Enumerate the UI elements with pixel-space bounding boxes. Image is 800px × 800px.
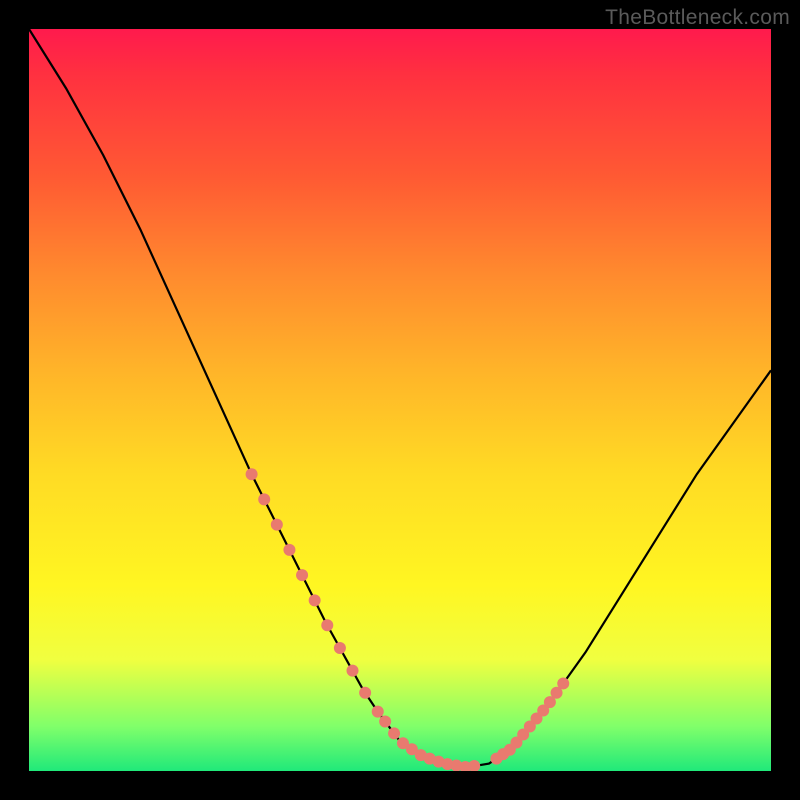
marker-dot (557, 677, 569, 689)
marker-dot (321, 619, 333, 631)
marker-dot (296, 569, 308, 581)
marker-segment-1 (379, 716, 480, 771)
marker-dot (334, 642, 346, 654)
marker-dot (283, 544, 295, 556)
curve-group (29, 29, 771, 771)
marker-dot (379, 716, 391, 728)
marker-dot (309, 594, 321, 606)
marker-dot (246, 468, 258, 480)
marker-dot (347, 665, 359, 677)
curve-svg (29, 29, 771, 771)
marker-dot (271, 519, 283, 531)
marker-dot (388, 727, 400, 739)
plot-area (29, 29, 771, 771)
marker-dot (372, 706, 384, 718)
marker-segment-2 (490, 677, 569, 764)
marker-dot (359, 687, 371, 699)
marker-dot (468, 760, 480, 771)
main-curve (29, 29, 771, 767)
watermark-text: TheBottleneck.com (605, 6, 790, 30)
marker-dot (258, 493, 270, 505)
